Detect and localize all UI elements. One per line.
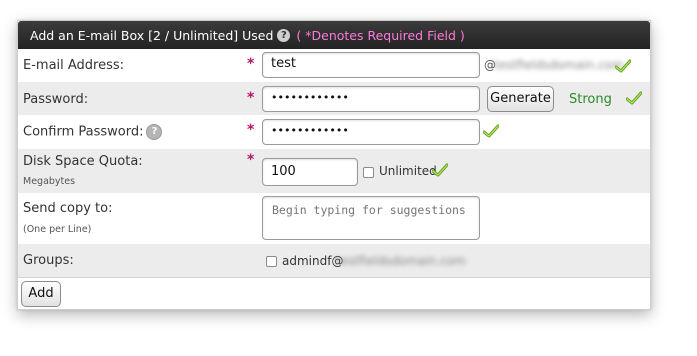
email-row: E-mail Address: * test @ testfieldsdomai…	[18, 49, 650, 82]
email-label: E-mail Address:	[23, 58, 125, 73]
send-copy-hint: (One per Line)	[23, 224, 92, 235]
group-checkbox[interactable]	[266, 256, 277, 267]
send-copy-label: Send copy to:	[23, 201, 113, 216]
confirm-password-input[interactable]: ••••••••••••	[262, 119, 480, 145]
required-marker: *	[247, 56, 255, 72]
confirm-password-label: Confirm Password:	[23, 124, 144, 140]
add-email-box-panel: Add an E-mail Box [2 / Unlimited] Used ?…	[17, 20, 651, 310]
check-icon	[626, 91, 642, 105]
email-input[interactable]: test	[262, 52, 480, 78]
group-option-domain: testfieldsdomain.com	[336, 254, 466, 268]
check-icon	[483, 124, 499, 138]
actions-row: Add	[18, 277, 650, 310]
page-title: Add an E-mail Box [2 / Unlimited] Used	[30, 27, 274, 43]
required-marker: *	[247, 90, 255, 106]
group-option-label: admindf@	[282, 254, 344, 268]
send-copy-textarea[interactable]	[262, 196, 480, 240]
password-row: Password: * •••••••••••• Generate Strong	[18, 82, 650, 115]
disk-quota-label: Disk Space Quota:	[23, 154, 143, 169]
disk-quota-unit: Megabytes	[23, 176, 76, 187]
password-label: Password:	[23, 92, 89, 107]
check-icon	[432, 163, 448, 177]
check-icon	[615, 59, 631, 73]
unlimited-label: Unlimited	[379, 164, 437, 178]
help-icon[interactable]: ?	[277, 28, 291, 42]
send-copy-row: Send copy to: (One per Line)	[18, 193, 650, 244]
password-input[interactable]: ••••••••••••	[262, 86, 480, 112]
generate-button[interactable]: Generate	[487, 86, 554, 112]
help-icon[interactable]: ?	[146, 124, 163, 140]
confirm-password-row: Confirm Password:? * ••••••••••••	[18, 115, 650, 149]
title-bar: Add an E-mail Box [2 / Unlimited] Used ?…	[18, 21, 650, 49]
disk-quota-input[interactable]: 100	[262, 158, 358, 186]
email-domain: testfieldsdomain.com	[494, 58, 624, 72]
groups-label: Groups:	[23, 253, 74, 268]
required-marker: *	[247, 122, 255, 138]
groups-row: Groups: admindf@ testfieldsdomain.com	[18, 244, 650, 277]
required-marker: *	[247, 152, 255, 168]
confirm-password-label-wrap: Confirm Password:?	[23, 124, 163, 140]
required-note: ( *Denotes Required Field )	[296, 27, 465, 43]
add-button[interactable]: Add	[21, 281, 61, 307]
unlimited-checkbox[interactable]	[363, 167, 374, 178]
disk-quota-row: Disk Space Quota: Megabytes * 100 Unlimi…	[18, 149, 650, 193]
password-strength: Strong	[569, 92, 612, 107]
